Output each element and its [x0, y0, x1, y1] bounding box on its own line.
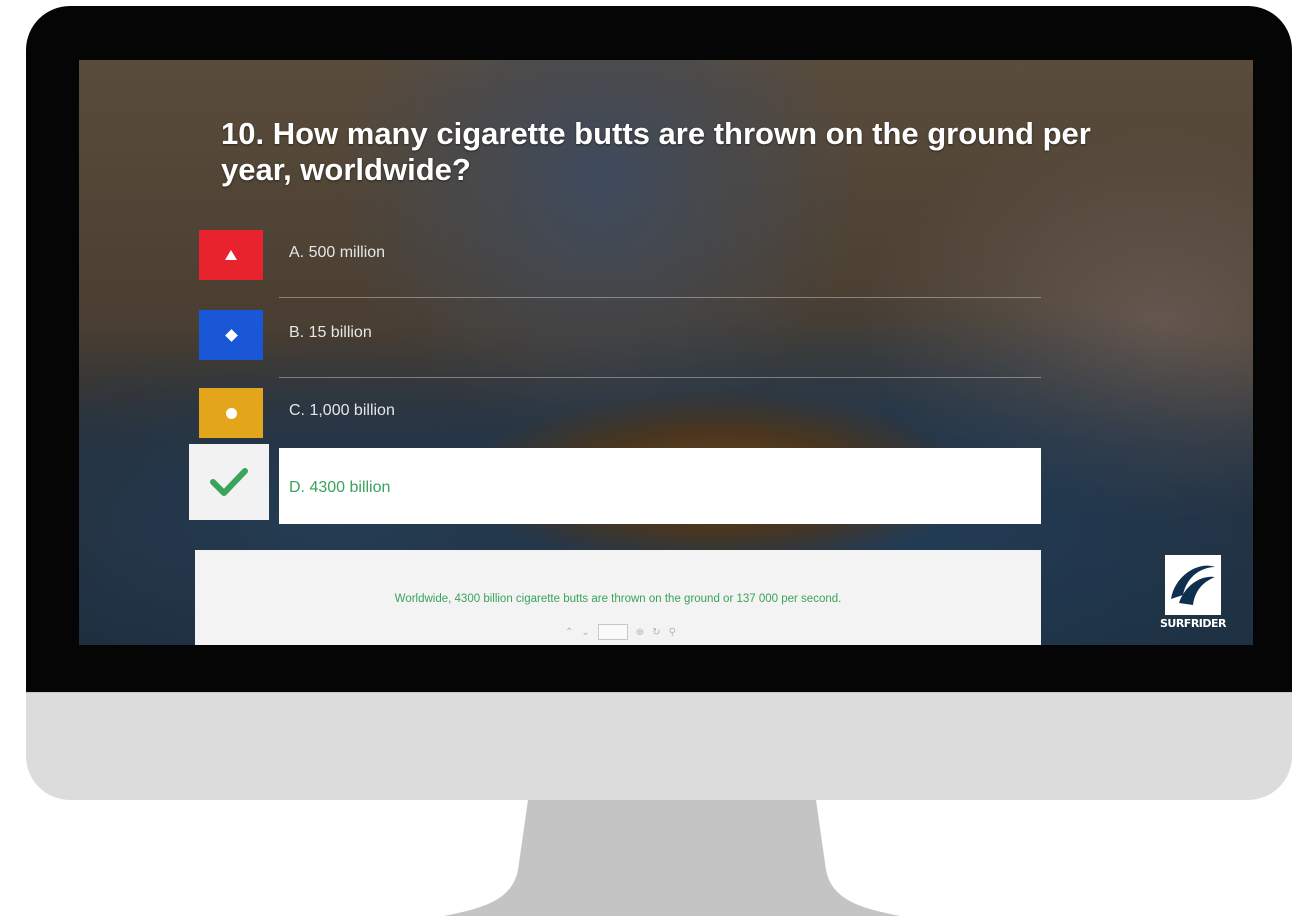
answer-option-b[interactable]: B. 15 billion	[199, 310, 1041, 378]
correct-answer-label: D. 4300 billion	[289, 479, 391, 496]
divider	[279, 377, 1041, 378]
answer-option-a[interactable]: A. 500 million	[199, 230, 1041, 298]
viewer-toolbar: ⌃ ⌄ ⊕ ↻ ⚲	[565, 624, 676, 640]
rotate-icon[interactable]: ↻	[652, 627, 660, 638]
presentation-screen: 10. How many cigarette butts are thrown …	[79, 60, 1253, 645]
answer-label: B. 15 billion	[289, 324, 372, 341]
correct-answer-marker	[189, 444, 269, 520]
page-down-icon[interactable]: ⌄	[581, 627, 589, 638]
page-number-input[interactable]	[597, 624, 628, 640]
checkmark-icon	[210, 468, 248, 496]
search-icon[interactable]: ⚲	[669, 627, 676, 638]
question-title: 10. How many cigarette butts are thrown …	[221, 116, 1091, 187]
triangle-icon	[199, 230, 263, 280]
answer-option-d[interactable]: D. 4300 billion	[279, 448, 1041, 524]
monitor-stand	[444, 800, 900, 916]
circle-icon	[199, 388, 263, 438]
explanation-text: Worldwide, 4300 billion cigarette butts …	[394, 593, 842, 605]
zoom-in-icon[interactable]: ⊕	[636, 627, 644, 638]
monitor-chin	[26, 692, 1292, 800]
logo-text: SURFRIDER	[1159, 617, 1227, 630]
diamond-icon	[199, 310, 263, 360]
answer-option-c[interactable]: C. 1,000 billion	[199, 388, 1041, 448]
page-up-icon[interactable]: ⌃	[565, 627, 573, 638]
divider	[279, 297, 1041, 298]
answer-label: A. 500 million	[289, 244, 386, 261]
explanation-panel: Worldwide, 4300 billion cigarette butts …	[195, 550, 1041, 645]
wave-logo-icon	[1165, 555, 1221, 615]
surfrider-logo: SURFRIDER	[1159, 555, 1227, 645]
answer-label: C. 1,000 billion	[289, 402, 395, 419]
